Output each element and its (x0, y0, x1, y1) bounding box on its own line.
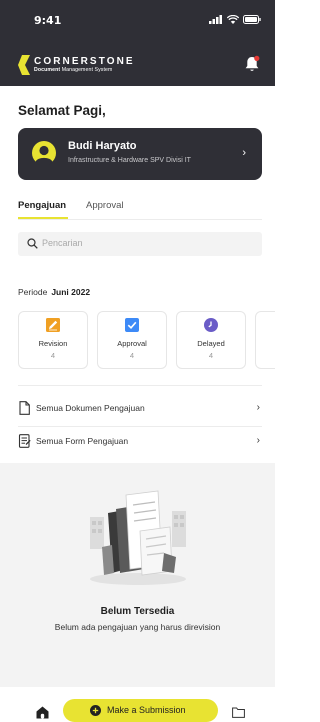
notification-bell-icon[interactable] (244, 55, 260, 73)
status-bar: 9:41 (0, 0, 275, 36)
active-tab-indicator (18, 217, 68, 219)
divider (18, 426, 262, 427)
tab-pengajuan[interactable]: Pengajuan (18, 200, 66, 211)
card-label: Delayed (197, 339, 225, 348)
profile-role: Infrastructure & Hardware SPV Divisi IT (68, 157, 191, 164)
make-submission-button[interactable]: Make a Submission (63, 699, 218, 722)
card-count: 4 (129, 351, 135, 360)
check-icon (125, 318, 139, 332)
link-label: Semua Dokumen Pengajuan (36, 403, 145, 413)
link-semua-form[interactable]: Semua Form Pengajuan › (18, 432, 262, 452)
status-icons (209, 15, 261, 24)
form-icon (18, 434, 31, 448)
card-count: 4 (208, 351, 214, 360)
profile-name: Budi Haryato (68, 140, 137, 152)
home-icon[interactable] (36, 706, 49, 719)
tab-approval[interactable]: Approval (86, 200, 124, 211)
status-time: 9:41 (34, 14, 62, 27)
period-selector[interactable]: Periode Juni 2022 (18, 287, 90, 297)
wifi-icon (227, 15, 239, 24)
empty-state: Belum Tersedia Belum ada pengajuan yang … (0, 463, 275, 687)
link-semua-dokumen[interactable]: Semua Dokumen Pengajuan › (18, 399, 262, 419)
chevron-right-icon: › (256, 435, 260, 446)
link-label: Semua Form Pengajuan (36, 436, 129, 446)
plus-circle-icon (90, 705, 101, 716)
summary-cards: Revision 4 Approval 4 Delayed 4 (18, 311, 275, 369)
divider (18, 385, 262, 386)
chevron-right-icon: › (242, 147, 246, 159)
edit-icon (46, 318, 60, 332)
clock-icon (204, 318, 218, 332)
bottom-nav: Make a Submission (0, 687, 275, 722)
card-more[interactable] (255, 311, 275, 369)
search-input[interactable]: Pencarian (18, 232, 262, 256)
brand-name: CORNERSTONE (34, 56, 135, 67)
cornerstone-logo-icon (18, 55, 30, 75)
search-placeholder: Pencarian (42, 238, 83, 248)
user-avatar-icon (32, 141, 56, 165)
greeting-text: Selamat Pagi, (18, 103, 106, 118)
brand-subtitle: Document Management System (34, 67, 113, 73)
search-icon (27, 238, 38, 249)
card-approval[interactable]: Approval 4 (97, 311, 167, 369)
card-count: 4 (50, 351, 56, 360)
period-value: Juni 2022 (51, 287, 91, 297)
tab-bar: Pengajuan Approval (18, 198, 262, 220)
card-label: Approval (117, 339, 147, 348)
battery-icon (243, 15, 261, 24)
folder-icon[interactable] (232, 707, 245, 718)
card-delayed[interactable]: Delayed 4 (176, 311, 246, 369)
brand-logo: CORNERSTONE Document Management System (18, 54, 135, 76)
signal-icon (209, 15, 222, 24)
chevron-right-icon: › (256, 402, 260, 413)
profile-card[interactable]: Budi Haryato Infrastructure & Hardware S… (18, 128, 262, 180)
make-submission-label: Make a Submission (107, 705, 186, 715)
card-revision[interactable]: Revision 4 (18, 311, 88, 369)
empty-state-title: Belum Tersedia (100, 606, 175, 617)
empty-state-subtitle: Belum ada pengajuan yang harus direvisio… (54, 622, 221, 632)
period-label: Periode (18, 287, 48, 297)
empty-documents-illustration (90, 490, 186, 585)
app-header: 9:41 CORNERSTONE Document Management Sys… (0, 0, 275, 86)
card-label: Revision (38, 339, 68, 348)
document-icon (19, 401, 30, 415)
